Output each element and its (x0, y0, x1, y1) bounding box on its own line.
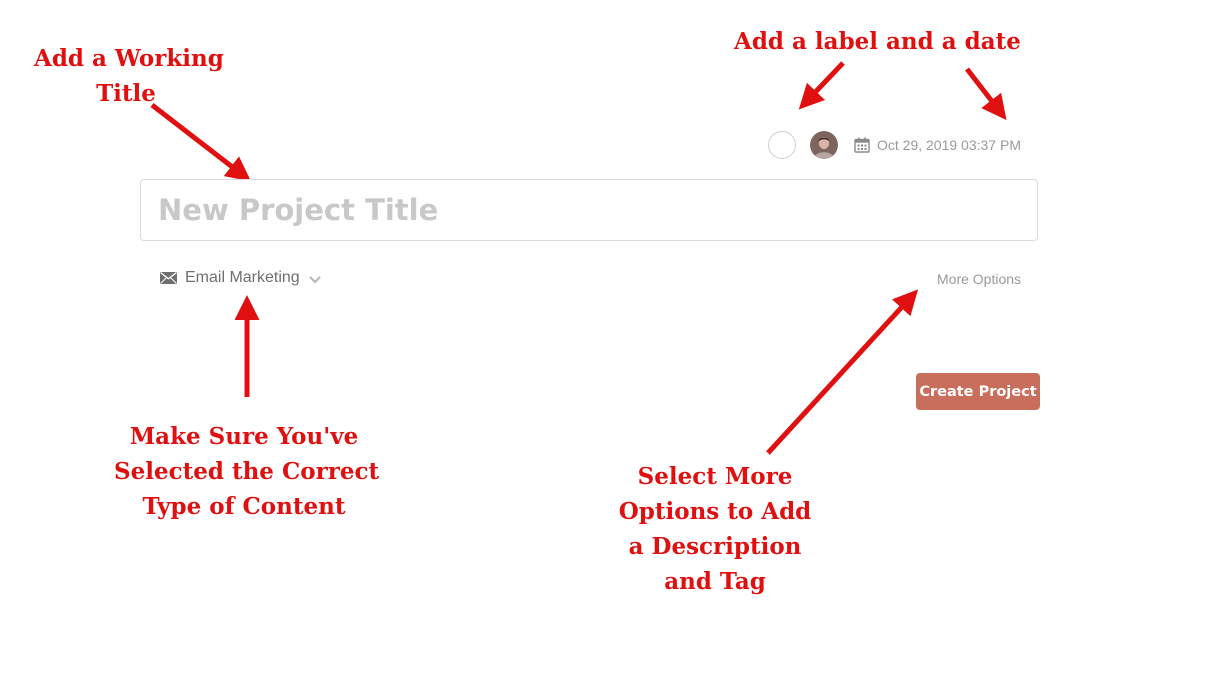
project-title-input[interactable] (140, 179, 1038, 241)
envelope-icon (160, 272, 177, 284)
annotation-line: Make Sure You've (129, 423, 359, 450)
content-type-label: Email Marketing (185, 269, 300, 286)
annotation-line: and Tag (664, 568, 766, 595)
more-options-link[interactable]: More Options (937, 271, 1021, 287)
annotation-line: Selected the Correct (114, 458, 380, 485)
arrow-working-title (150, 103, 252, 182)
annotation-line: a Description (628, 533, 802, 560)
annotation-line: Type of Content (142, 493, 346, 520)
user-avatar-icon (810, 131, 838, 159)
annotation-line: Add a label and a date (734, 28, 1021, 55)
annotation-more-options: Select More Options to Add a Description… (612, 459, 818, 599)
create-project-button[interactable]: Create Project (916, 373, 1040, 410)
due-date[interactable]: Oct 29, 2019 03:37 PM (877, 137, 1021, 153)
arrow-date (965, 67, 1007, 121)
content-type-dropdown[interactable]: Email Marketing (160, 268, 321, 288)
arrow-more-options (766, 289, 919, 455)
annotation-content-type: Make Sure You've Selected the Correct Ty… (114, 419, 380, 524)
avatar[interactable] (810, 131, 838, 159)
annotation-working-title: Add a Working Title (34, 41, 224, 111)
calendar-icon[interactable] (854, 137, 870, 153)
annotation-line: Add a Working (34, 45, 224, 72)
annotation-line: Options to Add (618, 498, 812, 525)
annotation-line: Title (96, 80, 156, 107)
label-picker-button[interactable] (768, 131, 796, 159)
chevron-down-icon (309, 276, 321, 283)
arrow-label (798, 61, 845, 110)
annotation-line: Select More (637, 463, 793, 490)
annotation-label-date: Add a label and a date (734, 24, 1021, 59)
